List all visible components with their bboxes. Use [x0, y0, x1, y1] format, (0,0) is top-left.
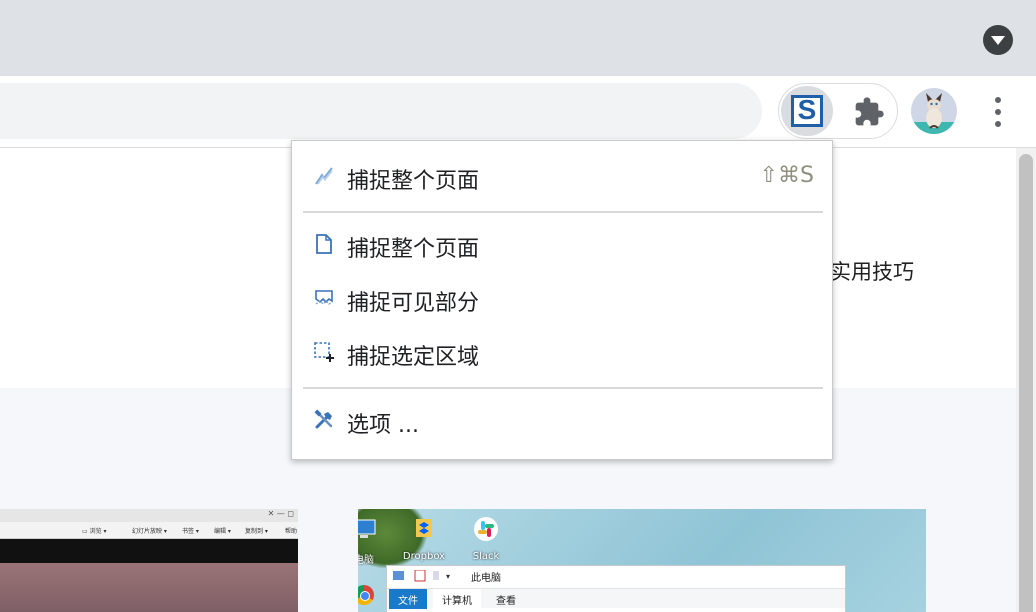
menu-item-label: 捕捉整个页面	[347, 169, 480, 194]
menu-item-label: 选项 ...	[347, 413, 419, 438]
visible-area-icon	[315, 290, 333, 305]
desktop-icon-slack: Slack	[458, 515, 514, 562]
thumb-dark-band	[0, 539, 298, 563]
explorer-titlebar: ▾ 此电脑	[387, 566, 845, 586]
thumbnail-desktop-screenshot[interactable]: 电脑 Dropbox Slack ▾ 此电脑 文件 计算机 查看	[358, 509, 926, 612]
menu-separator	[303, 387, 823, 389]
menu-item-label: 捕捉选定区域	[347, 345, 480, 370]
svg-text:▾: ▾	[446, 572, 450, 581]
profile-avatar[interactable]	[911, 88, 957, 134]
thumbnail-app-screenshot[interactable]: ✕ — ◻ ▭ 浏览 ▾ 幻灯片放映 ▾ 书签 ▾ 编辑 ▾ 复制到 ▾ 帮助	[0, 509, 298, 612]
desktop-icon-this-pc: 电脑	[358, 515, 392, 566]
thumb-titlebar: ✕ — ◻	[0, 509, 298, 522]
explorer-ribbon-tabs: 文件 计算机 查看	[387, 588, 845, 609]
thumb-ribbon-item: ▭ 浏览 ▾	[82, 528, 107, 535]
page-scrollbar[interactable]	[1016, 148, 1036, 612]
scrollbar-thumb[interactable]	[1019, 154, 1033, 612]
explorer-tab-file: 文件	[389, 589, 427, 609]
menu-item-shortcut: ⇧⌘S	[759, 163, 814, 188]
menu-item-label: 捕捉可见部分	[347, 291, 480, 316]
tab-search-icon[interactable]	[983, 25, 1013, 55]
menu-separator	[303, 211, 823, 213]
tools-icon	[314, 409, 333, 429]
page-icon	[316, 234, 332, 254]
snagit-extension-button[interactable]: S	[781, 86, 833, 136]
thumb-ribbon: ▭ 浏览 ▾ 幻灯片放映 ▾ 书签 ▾ 编辑 ▾ 复制到 ▾ 帮助	[0, 522, 298, 539]
desktop-icon-label: Dropbox	[402, 551, 446, 562]
lightning-capture-icon	[315, 167, 333, 185]
explorer-tab-view: 查看	[496, 596, 516, 607]
thumb-ribbon-item: 复制到 ▾	[245, 528, 268, 535]
thumb-ribbon-item: 幻灯片放映 ▾	[132, 528, 167, 535]
cat-avatar-icon	[911, 93, 957, 134]
browser-toolbar: S	[0, 76, 1036, 148]
menu-item-capture-entire-page-quick[interactable]: 捕捉整个页面 ⇧⌘S	[292, 153, 832, 201]
thumb-ribbon-item: 书签 ▾	[182, 528, 199, 535]
puzzle-icon[interactable]	[853, 96, 885, 128]
menu-item-capture-selection[interactable]: 捕捉选定区域	[292, 329, 832, 377]
desktop-icon-label: Slack	[472, 551, 500, 562]
extensions-group: S	[778, 83, 898, 139]
explorer-quick-access-icons: ▾	[393, 570, 450, 582]
thumb-ribbon-item: 帮助	[285, 528, 298, 535]
thumb-window-controls: ✕ — ◻	[267, 509, 294, 518]
menu-item-capture-entire-page[interactable]: 捕捉整个页面	[292, 221, 832, 269]
page-heading: 实用技巧	[830, 260, 914, 284]
tab-strip	[0, 0, 1036, 76]
slack-icon	[474, 517, 498, 541]
thumb-ribbon-item: 编辑 ▾	[214, 528, 231, 535]
thumb-photo	[0, 563, 298, 612]
explorer-tab-computer: 计算机	[433, 589, 481, 609]
menu-item-label: 捕捉整个页面	[347, 237, 480, 262]
address-bar[interactable]	[0, 83, 762, 139]
selection-area-icon	[314, 342, 334, 362]
snagit-logo-glyph: S	[797, 94, 817, 125]
file-explorer-window: ▾ 此电脑 文件 计算机 查看	[386, 565, 846, 612]
more-vert-icon[interactable]	[986, 94, 1010, 130]
chrome-icon	[358, 585, 374, 605]
menu-item-options[interactable]: 选项 ...	[292, 397, 832, 445]
snagit-logo-icon: S	[791, 94, 823, 127]
desktop-icon-label: 电脑	[358, 555, 374, 566]
dropbox-icon	[416, 519, 432, 537]
explorer-title: 此电脑	[471, 573, 501, 584]
desktop-icon-dropbox: Dropbox	[396, 515, 452, 562]
menu-item-capture-visible-area[interactable]: 捕捉可见部分	[292, 275, 832, 323]
computer-icon	[358, 519, 376, 538]
capture-menu: 捕捉整个页面 ⇧⌘S 捕捉整个页面 捕捉可见部分 捕捉选定区域 选项 ...	[291, 140, 833, 460]
